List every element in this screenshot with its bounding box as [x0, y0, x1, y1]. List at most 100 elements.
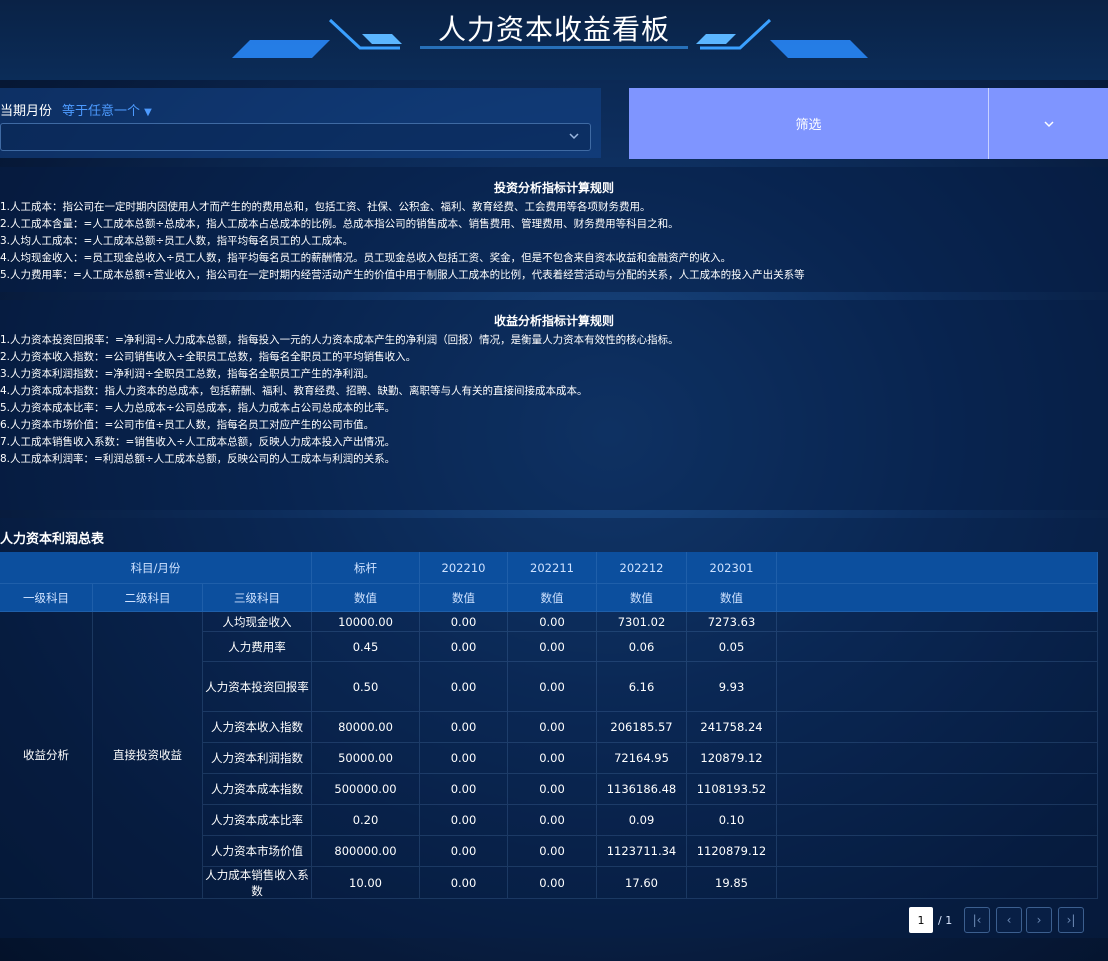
table-cell-value: 241758.24 [687, 712, 777, 743]
table-cell-value: 0.00 [508, 836, 597, 867]
table-cell-value: 0.00 [420, 712, 508, 743]
table-cell-value: 0.00 [420, 743, 508, 774]
header-filler [777, 584, 1098, 612]
table-cell-value: 6.16 [597, 662, 687, 712]
table-cell-value: 1123711.34 [597, 836, 687, 867]
table-cell-value: 0.00 [420, 836, 508, 867]
first-page-button[interactable]: |‹ [964, 907, 990, 933]
table-row-subject: 人力资本成本比率 [203, 805, 312, 836]
header-col: 202301 [687, 552, 777, 584]
header-value: 数值 [597, 584, 687, 612]
next-page-button[interactable]: › [1026, 907, 1052, 933]
invest-rules-panel: 投资分析指标计算规则 1.人工成本：指公司在一定时期内因使用人才而产生的的费用总… [0, 167, 1108, 292]
table-cell-value: 17.60 [597, 867, 687, 899]
table-title: 人力资本利润总表 [0, 532, 105, 547]
table-cell-value: 0.00 [508, 712, 597, 743]
table-cell-value: 0.00 [508, 867, 597, 899]
rule-line: 3.人力资本利润指数：=净利润÷全职员工总数，指每名全职员工产生的净利润。 [0, 368, 375, 380]
revenue-rules-title: 收益分析指标计算规则 [493, 314, 614, 328]
table-cell-value: 800000.00 [312, 836, 420, 867]
filter-button[interactable]: 筛选 [629, 88, 988, 159]
table-cell-value: 0.09 [597, 805, 687, 836]
page-title: 人力资本收益看板 [437, 13, 670, 46]
page-input[interactable]: 1 [909, 907, 933, 933]
profit-table: 科目/月份 标杆 202210 202211 202212 202301 一级科目 二级科目三… [0, 552, 1098, 900]
prev-page-icon: ‹ [1006, 913, 1012, 927]
filter-operator-dropdown[interactable]: 等于任意一个 ▼ [62, 100, 152, 119]
table-cell-value: 500000.00 [312, 774, 420, 805]
header-filler [777, 552, 1098, 584]
table-row-filler [777, 662, 1098, 712]
rule-line: 5.人力费用率：=人工成本总额÷营业收入，指公司在一定时期内经营活动产生的价值中… [0, 269, 805, 281]
table-cell-value: 0.05 [687, 632, 777, 662]
table-cell-value: 0.06 [597, 632, 687, 662]
header-level3: 三级科目 [203, 584, 312, 612]
rule-line: 3.人均人工成本：=人工成本总额÷员工人数，指平均每名员工的人工成本。 [0, 235, 354, 247]
next-page-icon: › [1036, 913, 1042, 927]
group-level1: 收益分析 [0, 612, 93, 899]
table-cell-value: 0.00 [420, 632, 508, 662]
table-row-subject: 人力费用率 [203, 632, 312, 662]
rule-line: 8.人工成本利润率：=利润总额÷人工成本总额，反映公司的人工成本与利润的关系。 [0, 453, 396, 465]
table-cell-value: 0.00 [420, 805, 508, 836]
table-row-filler [777, 632, 1098, 662]
table-row-filler [777, 836, 1098, 867]
table-row-subject: 人力资本收入指数 [203, 712, 312, 743]
table-row-subject: 人力资本投资回报率 [203, 662, 312, 712]
table-cell-value: 1108193.52 [687, 774, 777, 805]
table-cell-value: 0.45 [312, 632, 420, 662]
table-row-filler [777, 867, 1098, 899]
table-row-subject: 人力资本市场价值 [203, 836, 312, 867]
table-cell-value: 0.50 [312, 662, 420, 712]
table-cell-value: 0.00 [420, 662, 508, 712]
rule-line: 4.人力资本成本指数：指人力资本的总成本，包括薪酬、福利、教育经费、招聘、缺勤、… [0, 385, 588, 397]
table-row-subject: 人力资本成本指数 [203, 774, 312, 805]
page-total: / 1 [938, 914, 953, 927]
rule-line: 1.人力资本投资回报率：=净利润÷人力成本总额，指每投入一元的人力资本成本产生的… [0, 334, 679, 346]
header-subject-month: 科目/月份 [0, 552, 312, 584]
rule-line: 6.人力资本市场价值：=公司市值÷员工人数，指每名员工对应产生的公司市值。 [0, 419, 375, 431]
rule-line: 2.人力资本收入指数：=公司销售收入÷全职员工总数，指每名全职员工的平均销售收入… [0, 351, 417, 363]
table-cell-value: 50000.00 [312, 743, 420, 774]
table-cell-value: 80000.00 [312, 712, 420, 743]
header-value: 数值 [687, 584, 777, 612]
filter-label: 当期月份 [0, 104, 53, 119]
header-level1: 一级科目 [0, 584, 93, 612]
table-row-filler [777, 774, 1098, 805]
table-cell-value: 0.00 [420, 867, 508, 899]
table-row-filler [777, 743, 1098, 774]
table-cell-value: 0.00 [508, 612, 597, 632]
table-row-filler [777, 612, 1098, 632]
rule-line: 7.人工成本销售收入系数：=销售收入÷人工成本总额，反映人力成本投入产出情况。 [0, 436, 396, 448]
rule-line: 1.人工成本：指公司在一定时期内因使用人才而产生的的费用总和，包括工资、社保、公… [0, 201, 651, 213]
chevron-down-icon [1044, 120, 1054, 127]
table-cell-value: 0.00 [508, 632, 597, 662]
header-level2: 二级科目 [93, 584, 203, 612]
header-col: 202210 [420, 552, 508, 584]
table-row-subject: 人力资本利润指数 [203, 743, 312, 774]
table-cell-value: 0.00 [508, 743, 597, 774]
header-col: 标杆 [312, 552, 420, 584]
table-cell-value: 9.93 [687, 662, 777, 712]
table-cell-value: 10000.00 [312, 612, 420, 632]
table-row-filler [777, 805, 1098, 836]
table-cell-value: 0.20 [312, 805, 420, 836]
table-row-filler [777, 712, 1098, 743]
filter-more-button[interactable] [988, 88, 1108, 159]
month-select[interactable] [0, 123, 591, 151]
rule-line: 5.人力资本成本比率：=人力总成本÷公司总成本，指人力成本占公司总成本的比率。 [0, 402, 396, 414]
prev-page-button[interactable]: ‹ [996, 907, 1022, 933]
last-page-button[interactable]: ›| [1058, 907, 1084, 933]
group-level2: 直接投资收益 [93, 612, 203, 899]
invest-rules-title: 投资分析指标计算规则 [493, 181, 614, 195]
table-cell-value: 0.00 [420, 612, 508, 632]
table-cell-value: 0.00 [508, 662, 597, 712]
caret-down-icon: ▼ [144, 107, 152, 118]
table-row-subject: 人力成本销售收入系数 [203, 867, 312, 899]
table-row-subject: 人均现金收入 [203, 612, 312, 632]
filter-operator-label: 等于任意一个 [62, 104, 141, 119]
chevron-down-icon [569, 133, 579, 140]
table-cell-value: 72164.95 [597, 743, 687, 774]
table-cell-value: 120879.12 [687, 743, 777, 774]
table-cell-value: 7301.02 [597, 612, 687, 632]
